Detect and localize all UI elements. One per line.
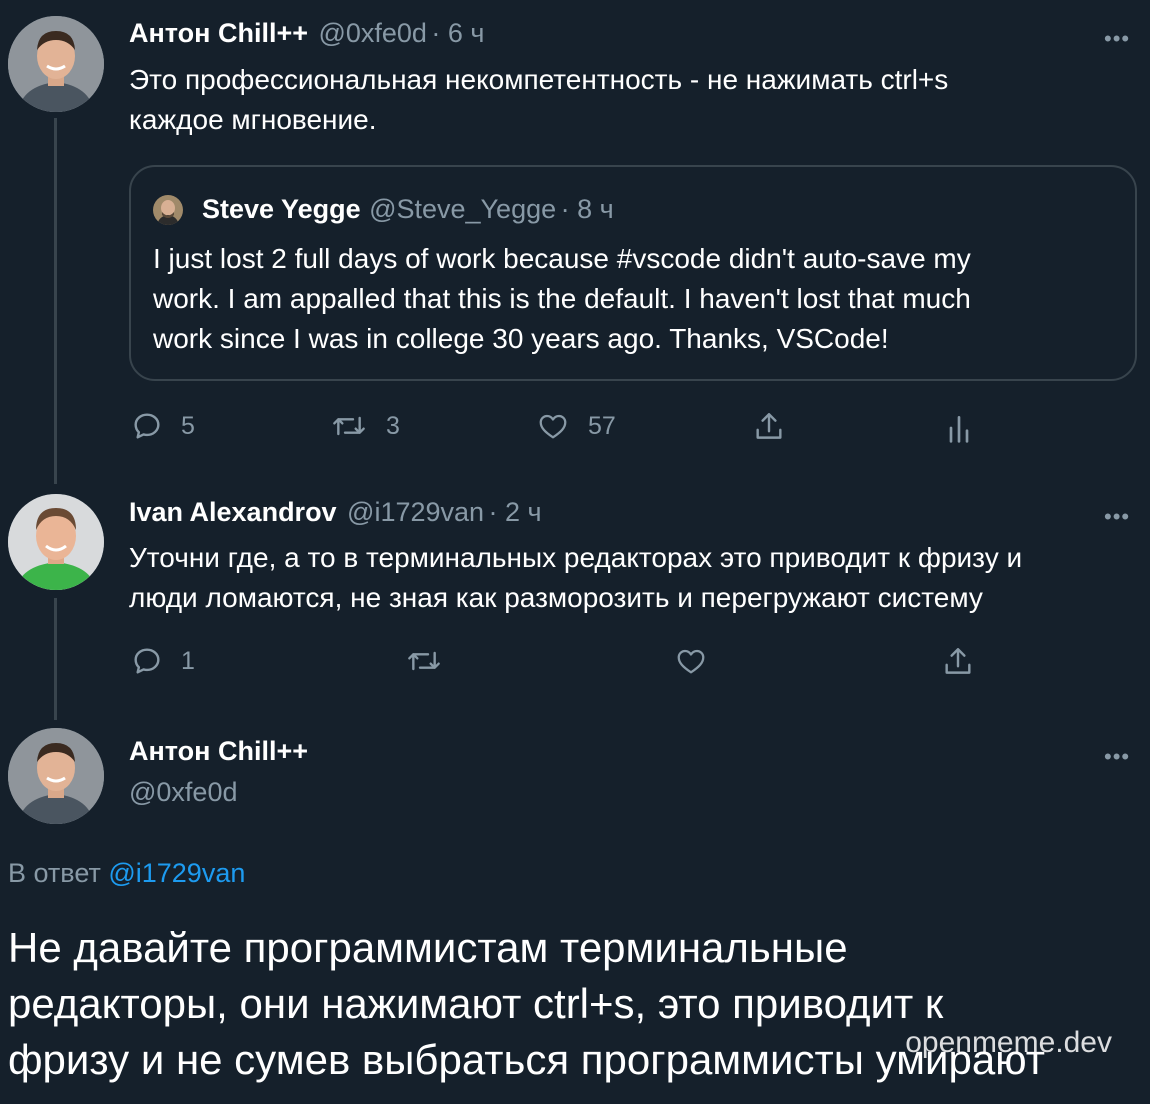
retweet-icon (408, 651, 440, 671)
tweet-text-line: Это профессиональная некомпетентность - … (129, 64, 949, 95)
thread-line (54, 598, 57, 720)
author-name[interactable]: Антон Chill++ (129, 18, 308, 48)
reply-prefix: В ответ (8, 858, 101, 888)
avatar[interactable] (8, 494, 104, 590)
retweet-icon (333, 416, 365, 436)
like-button[interactable]: 57 (536, 410, 616, 442)
share-icon (756, 413, 782, 439)
author-handle[interactable]: @0xfe0d (318, 18, 426, 48)
share-button[interactable] (752, 410, 786, 444)
timestamp[interactable]: · 6 ч (431, 18, 484, 48)
retweet-button[interactable] (405, 645, 443, 677)
quoted-author-handle: @Steve_Yegge (369, 194, 557, 224)
like-icon (539, 414, 567, 439)
quoted-text-line: work since I was in college 30 years ago… (153, 323, 889, 354)
analytics-icon (949, 416, 969, 443)
tweet-header: Ivan Alexandrov @i1729van · 2 ч (129, 497, 542, 528)
tweet-text-line: люди ломаются, не зная как разморозить и… (129, 582, 983, 613)
retweet-button[interactable]: 3 (330, 410, 400, 442)
more-icon[interactable]: ••• (1104, 744, 1130, 770)
tweet-text: Не давайте программистам терминальные ре… (8, 920, 1045, 1088)
author-name[interactable]: Антон Chill++ (129, 736, 308, 767)
reply-to-link[interactable]: @i1729van (108, 858, 245, 888)
retweet-count: 3 (386, 411, 400, 440)
tweet-header: Антон Chill++ @0xfe0d · 6 ч (129, 18, 484, 49)
avatar[interactable] (8, 728, 104, 824)
reply-button[interactable]: 1 (131, 645, 195, 677)
like-icon (677, 649, 705, 674)
quoted-tweet[interactable]: Steve Yegge @Steve_Yegge · 8 ч I just lo… (129, 165, 1137, 381)
quoted-text-line: I just lost 2 full days of work because … (153, 243, 971, 274)
watermark: openmeme.dev (905, 1026, 1112, 1059)
author-name[interactable]: Ivan Alexandrov (129, 497, 337, 527)
reply-icon (134, 648, 160, 674)
author-handle[interactable]: @i1729van (347, 497, 484, 527)
tweet-text-line: фризу и не сумев выбраться программисты … (8, 1036, 1045, 1083)
like-button[interactable] (674, 645, 708, 677)
quoted-header: Steve Yegge @Steve_Yegge · 8 ч (202, 194, 614, 225)
reply-context: В ответ @i1729van (8, 858, 245, 889)
quoted-text: I just lost 2 full days of work because … (153, 239, 971, 359)
tweet-text-line: Не давайте программистам терминальные (8, 924, 848, 971)
quoted-text-line: work. I am appalled that this is the def… (153, 283, 971, 314)
tweet-text-line: каждое мгновение. (129, 104, 377, 135)
avatar[interactable] (8, 16, 104, 112)
tweet-text: Это профессиональная некомпетентность - … (129, 60, 948, 140)
analytics-button[interactable] (944, 412, 974, 444)
share-button[interactable] (941, 645, 975, 679)
tweet-text-line: Уточни где, а то в терминальных редактор… (129, 542, 1023, 573)
timestamp[interactable]: · 2 ч (489, 497, 542, 527)
quoted-avatar[interactable] (153, 195, 183, 225)
tweet-text: Уточни где, а то в терминальных редактор… (129, 538, 1022, 618)
author-handle[interactable]: @0xfe0d (129, 777, 237, 808)
quoted-author-name: Steve Yegge (202, 194, 361, 224)
more-icon[interactable]: ••• (1104, 26, 1130, 52)
reply-count: 5 (181, 411, 195, 440)
tweet-text-line: редакторы, они нажимают ctrl+s, это прив… (8, 980, 944, 1027)
more-icon[interactable]: ••• (1104, 504, 1130, 530)
reply-icon (134, 413, 160, 439)
like-count: 57 (588, 411, 616, 440)
reply-count: 1 (181, 646, 195, 675)
reply-button[interactable]: 5 (131, 410, 195, 442)
share-icon (945, 648, 971, 674)
thread-line (54, 118, 57, 484)
quoted-timestamp: · 8 ч (560, 194, 614, 224)
